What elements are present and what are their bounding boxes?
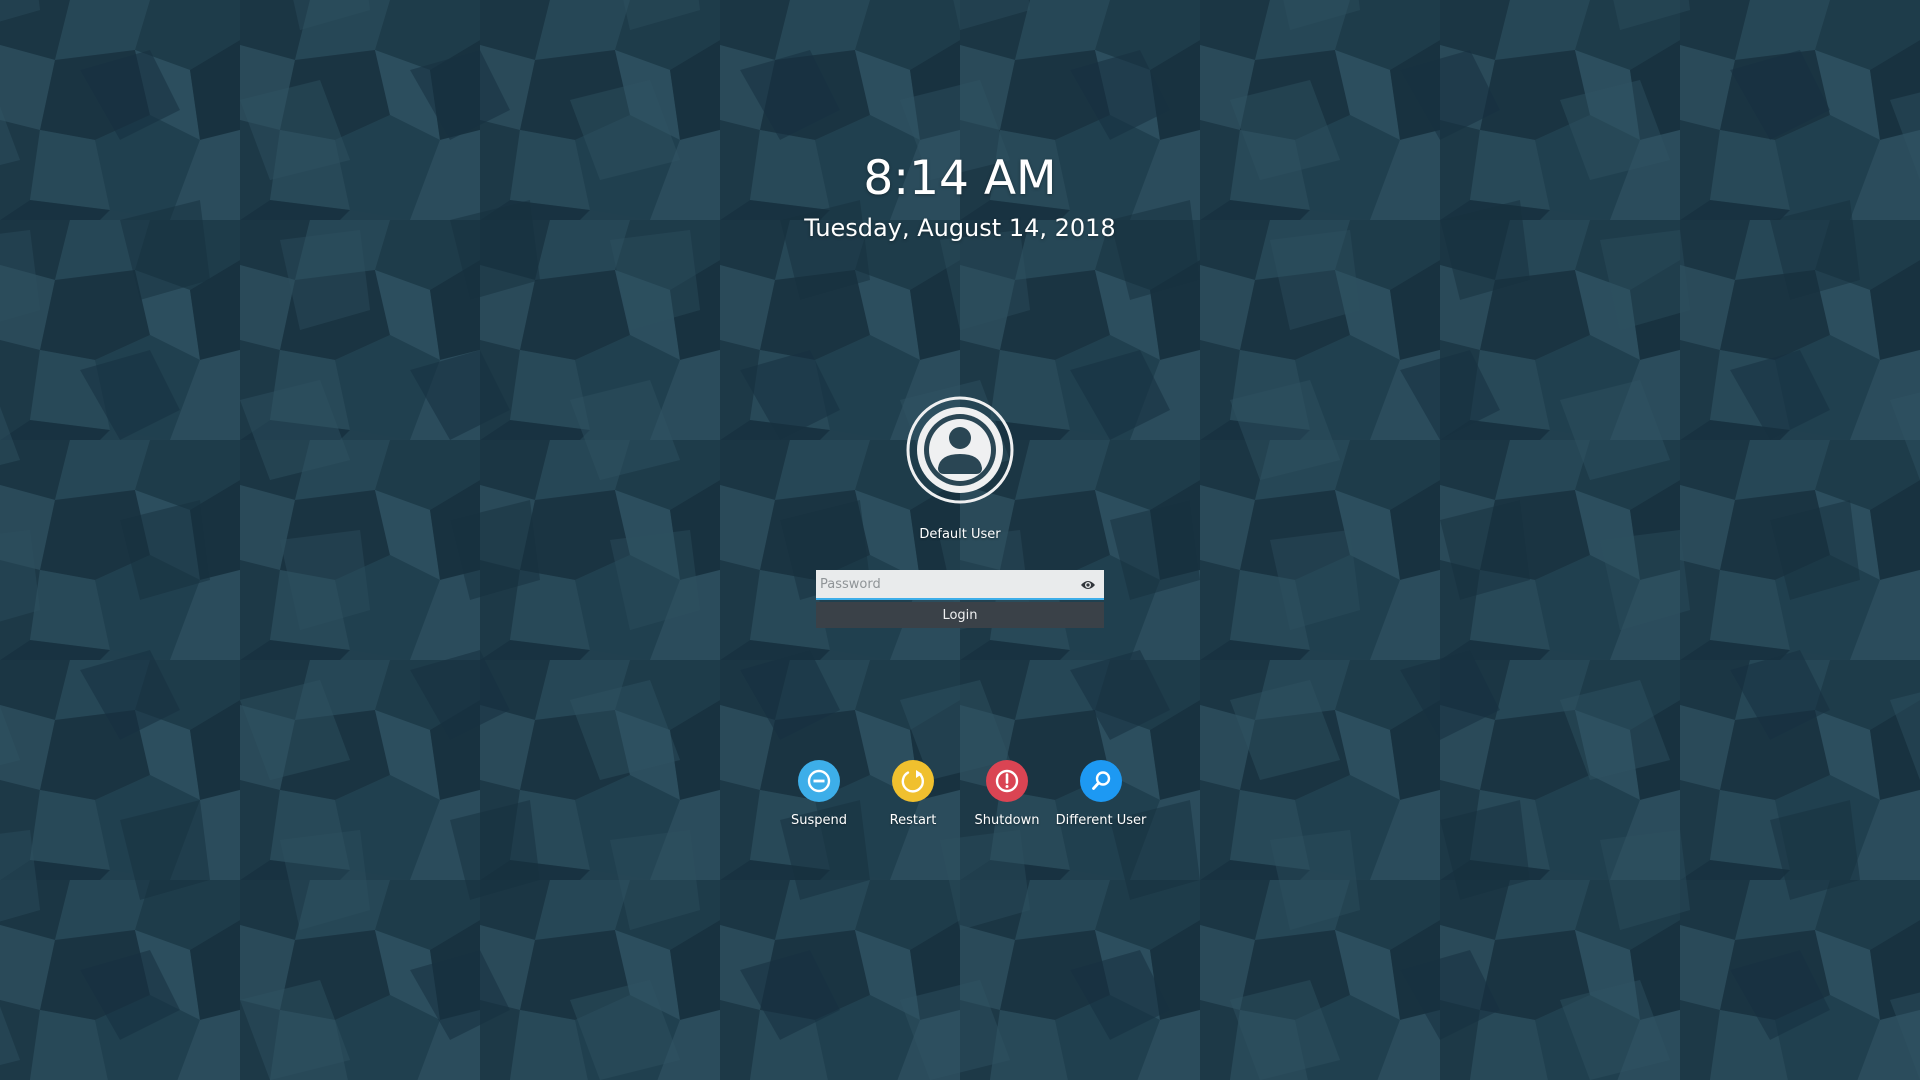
suspend-icon xyxy=(798,760,840,802)
login-form: Login xyxy=(816,570,1104,628)
restart-label: Restart xyxy=(889,813,937,828)
login-button[interactable]: Login xyxy=(816,602,1104,628)
user-avatar-icon[interactable] xyxy=(906,396,1014,504)
clock-date: Tuesday, August 14, 2018 xyxy=(804,214,1116,242)
restart-button[interactable]: Restart xyxy=(866,760,960,830)
shutdown-label: Shutdown xyxy=(974,813,1040,828)
suspend-label: Suspend xyxy=(790,813,847,828)
eye-icon[interactable] xyxy=(1080,577,1096,591)
clock-time: 8:14 AM xyxy=(863,151,1057,206)
restart-icon xyxy=(892,760,934,802)
power-icon xyxy=(986,760,1028,802)
clock: 8:14 AM Tuesday, August 14, 2018 xyxy=(0,150,1920,244)
shutdown-button[interactable]: Shutdown xyxy=(960,760,1054,830)
session-actions: Suspend Restart Shutdown Different User xyxy=(0,760,1920,830)
different-user-button[interactable]: Different User xyxy=(1054,760,1148,830)
suspend-button[interactable]: Suspend xyxy=(772,760,866,830)
user-name: Default User xyxy=(919,527,1001,542)
switch-user-icon xyxy=(1080,760,1122,802)
password-field-container xyxy=(816,570,1104,600)
user-selector: Default User xyxy=(0,396,1920,544)
different-user-label: Different User xyxy=(1055,813,1147,828)
password-input[interactable] xyxy=(816,570,1070,598)
